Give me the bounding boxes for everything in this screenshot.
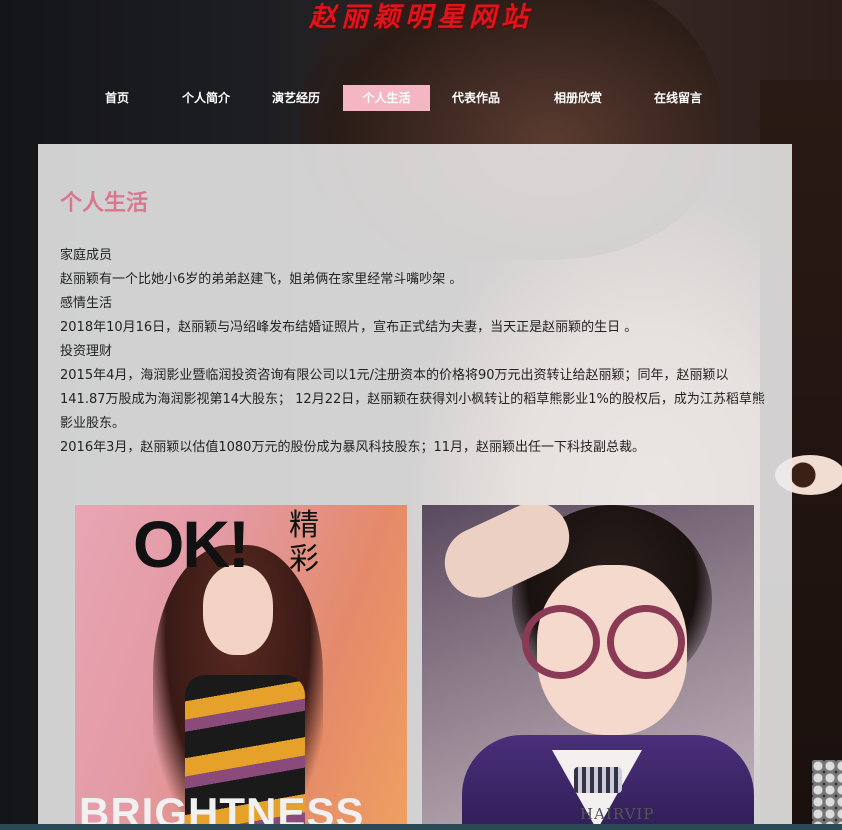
- nav-guestbook[interactable]: 在线留言: [644, 85, 712, 111]
- nav-gallery[interactable]: 相册欣赏: [544, 85, 612, 111]
- site-title: 赵丽颖明星网站: [309, 2, 533, 33]
- nav-career[interactable]: 演艺经历: [264, 85, 328, 111]
- main-nav: 首页 个人简介 演艺经历 个人生活 代表作品 相册欣赏 在线留言: [0, 85, 842, 111]
- photo-watermark: HAIRVIP: [580, 805, 655, 823]
- glasses-left: [522, 605, 600, 679]
- paragraph-investment-2: 2016年3月，赵丽颖以估值1080万元的股份成为暴风科技股东；11月，赵丽颖出…: [60, 440, 645, 455]
- paragraph-family: 赵丽颖有一个比她小6岁的弟弟赵建飞，姐弟俩在家里经常斗嘴吵架 。: [60, 272, 463, 287]
- article-body: 家庭成员 赵丽颖有一个比她小6岁的弟弟赵建飞，姐弟俩在家里经常斗嘴吵架 。 感情…: [60, 244, 772, 460]
- section-heading-relationship: 感情生活: [60, 296, 113, 311]
- magazine-logo-cn: 精彩: [289, 508, 319, 577]
- section-heading-family: 家庭成员: [60, 248, 113, 263]
- glasses-right: [607, 605, 685, 679]
- magazine-logo: OK!: [133, 507, 250, 581]
- selfie-photo: HAIRVIP: [422, 505, 754, 830]
- bottom-strip: [0, 824, 842, 830]
- photo-bow-tie: [574, 767, 622, 793]
- nav-personal-life[interactable]: 个人生活: [343, 85, 430, 111]
- page-title: 个人生活: [60, 191, 149, 216]
- magazine-cover-photo: OK! 精彩 BRIGHTNESS: [75, 505, 407, 830]
- content-panel: 个人生活 家庭成员 赵丽颖有一个比她小6岁的弟弟赵建飞，姐弟俩在家里经常斗嘴吵架…: [38, 144, 792, 830]
- photo-row: OK! 精彩 BRIGHTNESS HAIRVIP: [75, 505, 755, 830]
- paragraph-relationship: 2018年10月16日，赵丽颖与冯绍峰发布结婚证照片，宣布正式结为夫妻，当天正是…: [60, 320, 638, 335]
- nav-home[interactable]: 首页: [94, 85, 140, 111]
- nav-works[interactable]: 代表作品: [444, 85, 508, 111]
- section-heading-investment: 投资理财: [60, 344, 113, 359]
- paragraph-investment-1: 2015年4月，海润影业暨临润投资咨询有限公司以1元/注册资本的价格将90万元出…: [60, 368, 765, 431]
- background-earring: [812, 760, 842, 830]
- nav-profile[interactable]: 个人简介: [174, 85, 238, 111]
